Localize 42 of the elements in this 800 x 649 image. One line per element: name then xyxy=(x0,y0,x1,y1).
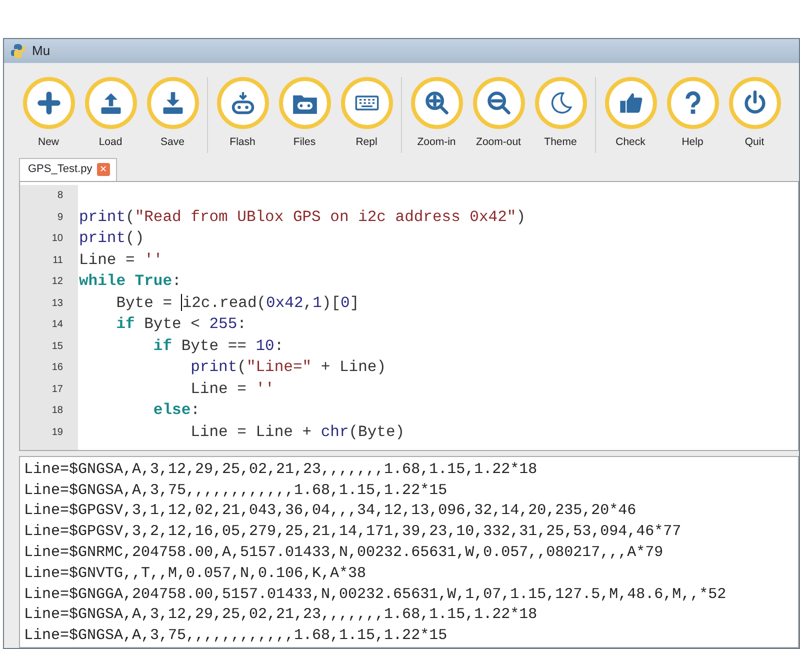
code-line: while True: xyxy=(78,271,182,292)
plus-icon xyxy=(36,90,62,116)
line-number: 16 xyxy=(20,356,78,378)
line-number: 8 xyxy=(20,184,78,206)
line-number: 13 xyxy=(20,292,78,314)
code-line: print("Read from UBlox GPS on i2c address 0x42") xyxy=(78,206,526,228)
output-line: Line=$GNGSA,A,3,75,,,,,,,,,,,,1.68,1.15,1.22*15 xyxy=(24,480,448,501)
output-line: Line=$GPGSV,3,1,12,02,21,043,36,04,,,34,12,13,096,32,14,20,235,20*46 xyxy=(24,501,638,522)
code-line: Line = Line + chr(Byte) xyxy=(190,422,405,443)
output-line: Line=$GNGGA,204758.00,5157.01433,N,00232.65631,W,1,07,1.15,127.5,M,48.6,M,,*52 xyxy=(24,584,728,605)
code-line: Line = '' xyxy=(78,250,163,271)
line-number: 18 xyxy=(20,400,78,422)
line-number: 14 xyxy=(20,314,78,336)
output-line: Line=$GNGSA,A,3,12,29,25,02,21,23,,,,,,,1.68,1.15,1.22*18 xyxy=(24,460,538,480)
code-line: print() xyxy=(78,228,144,250)
code-line: print("Line=" + Line) xyxy=(190,357,386,378)
output-line: Line=$GNRMC,204758.00,A,5157.01433,N,00232.65631,W,0.057,,080217,,,A*79 xyxy=(24,543,664,564)
file-tab[interactable]: GPS_Test.py ✕ xyxy=(19,158,118,181)
line-number: 15 xyxy=(20,335,78,357)
code-line: Line = '' xyxy=(190,378,274,400)
microbit-flash-icon xyxy=(230,90,256,116)
code-line: if Byte < 255: xyxy=(115,314,246,336)
line-number: 17 xyxy=(20,378,78,400)
output-line: Line=$GNGSA,A,3,12,29,25,02,21,23,,,,,,,1.68,1.15,1.22*18 xyxy=(24,605,538,626)
zoom-out-icon xyxy=(486,90,512,116)
line-number: 19 xyxy=(20,421,78,443)
output-line: Line=$GNGSA,A,3,75,,,,,,,,,,,,1.68,1.15,1.22*15 xyxy=(24,626,448,646)
python-logo-icon xyxy=(10,42,26,59)
power-icon xyxy=(742,90,768,116)
line-number: 10 xyxy=(20,228,78,250)
code-line: else: xyxy=(152,400,200,422)
line-number: 9 xyxy=(20,206,78,228)
zoom-in-icon xyxy=(424,90,450,116)
tab-label: GPS_Test.py xyxy=(28,162,92,178)
line-number: 11 xyxy=(20,249,78,271)
code-line: if Byte == 10: xyxy=(152,336,284,357)
output-line: Line=$GPGSV,3,2,12,16,05,279,25,21,14,171,39,23,10,332,31,25,53,094,46*77 xyxy=(24,522,682,542)
output-line: Line=$GNVTG,,T,,M,0.057,N,0.106,K,A*38 xyxy=(24,564,368,584)
line-number: 12 xyxy=(20,270,78,292)
code-editor[interactable] xyxy=(19,180,799,451)
window-title: Mu xyxy=(32,42,50,60)
code-line: Byte = i2c.read(0x42,1)[0] xyxy=(115,292,360,314)
